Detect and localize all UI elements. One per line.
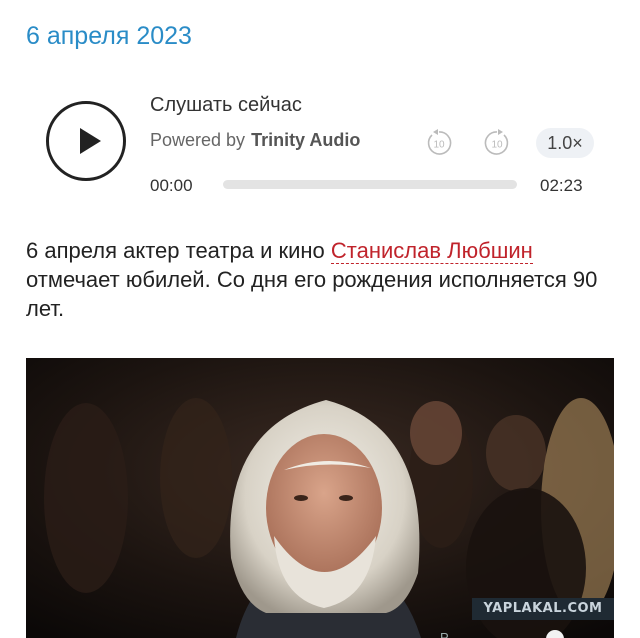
photo-caption-fragment: Р...: [440, 630, 458, 638]
forward-10-button[interactable]: 10: [482, 128, 512, 158]
rewind-10-button[interactable]: 10: [424, 128, 454, 158]
article-paragraph: 6 апреля актер театра и кино Станислав Л…: [26, 236, 618, 323]
paragraph-text-before: 6 апреля актер театра и кино: [26, 238, 331, 263]
playback-speed-button[interactable]: 1.0×: [536, 128, 594, 158]
play-button[interactable]: [46, 101, 126, 181]
photo-portrait: [26, 358, 614, 638]
brand-name[interactable]: Trinity Audio: [251, 130, 360, 150]
play-icon: [80, 128, 101, 154]
person-link[interactable]: Станислав Любшин: [330, 238, 533, 264]
powered-by-label: Powered by: [150, 130, 246, 150]
forward-10-icon: 10: [484, 129, 509, 155]
current-time: 00:00: [150, 176, 193, 195]
progress-bar[interactable]: [223, 180, 517, 189]
total-time: 02:23: [540, 176, 583, 195]
rewind-10-icon: 10: [427, 129, 452, 155]
forward-10-label: 10: [491, 140, 503, 151]
paragraph-text-after: отмечает юбилей. Со дня его рождения исп…: [26, 267, 598, 321]
audio-player: Слушать сейчас Powered by Trinity Audio 1…: [26, 90, 616, 202]
listen-now-label: Слушать сейчас: [150, 94, 302, 116]
article-photo[interactable]: YAPLAKAL.COM Р...: [26, 358, 614, 638]
watermark: YAPLAKAL.COM: [472, 598, 614, 620]
article-date: 6 апреля 2023: [26, 22, 192, 50]
rewind-10-label: 10: [433, 140, 445, 151]
powered-by-text: Powered by Trinity Audio: [150, 130, 360, 151]
